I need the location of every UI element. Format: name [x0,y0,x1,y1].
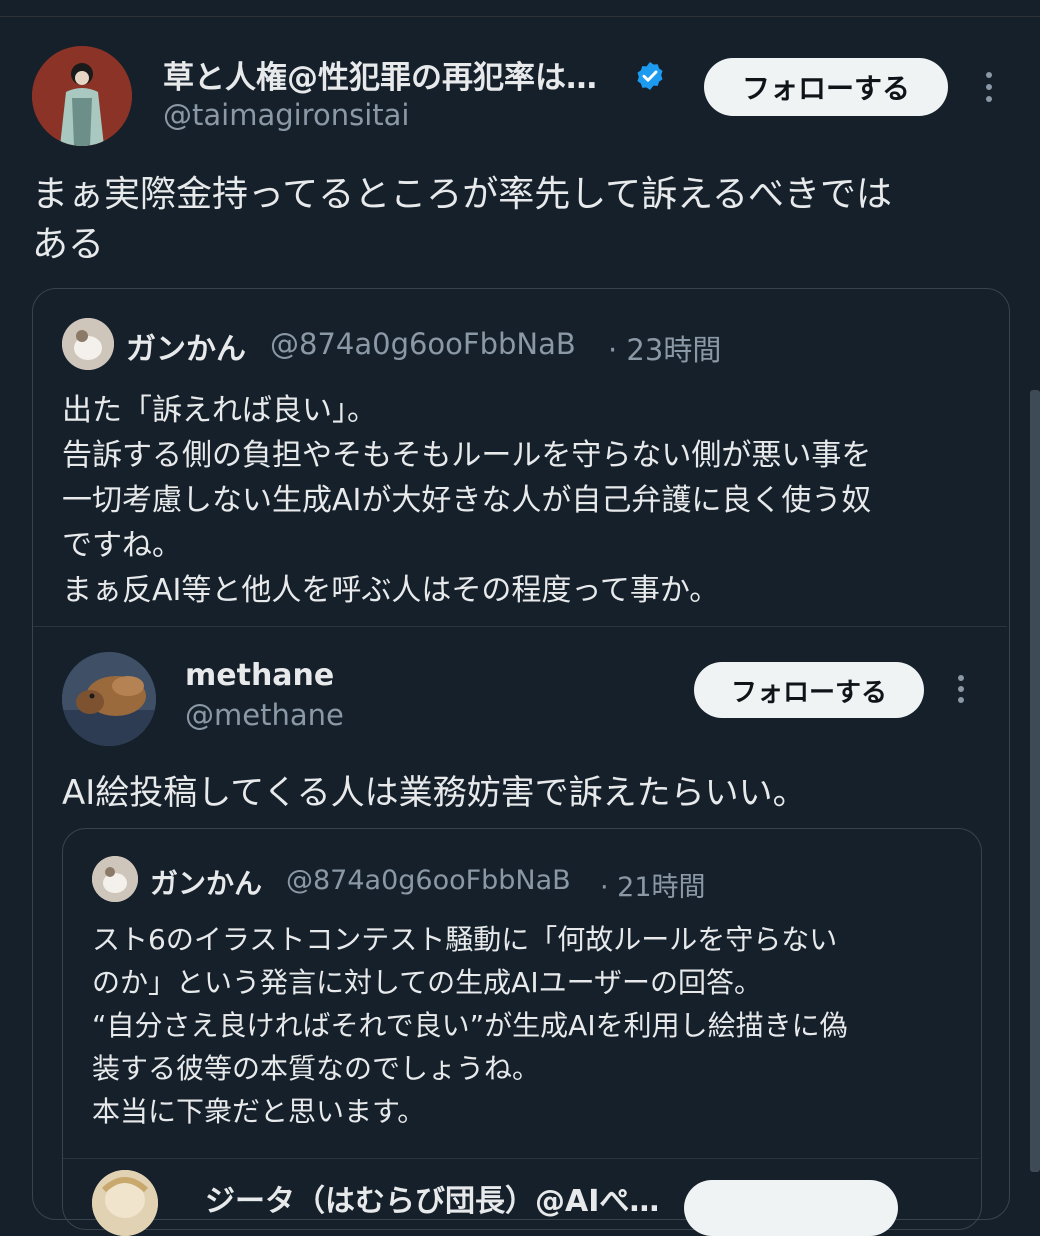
more-options-icon-methane[interactable] [954,675,968,703]
follow-button-methane[interactable]: フォローする [694,662,924,718]
scrollbar[interactable] [1030,390,1040,1172]
quote2-timestamp[interactable]: · 21時間 [600,865,706,904]
avatar-next[interactable] [92,1170,158,1236]
more-options-icon-main[interactable] [982,72,996,102]
quote1-handle[interactable]: @874a0g6ooFbbNaB [270,327,576,361]
avatar-main-illustration [32,46,132,146]
quote1-timestamp[interactable]: · 23時間 [608,327,721,369]
quote1-display-name[interactable]: ガンかん [126,324,246,368]
main-tweet-text: まぁ実際金持ってるところが率先して訴えるべきでは ある [32,174,893,265]
avatar-quote2[interactable] [92,856,138,902]
methane-tweet-text: AI絵投稿してくる人は業務妨害で訴えたらいい。 [62,773,807,813]
follow-button-next[interactable] [684,1180,898,1236]
quote2-handle[interactable]: @874a0g6ooFbbNaB [286,865,571,896]
main-handle[interactable]: @taimagironsitai [163,98,409,132]
avatar-quote2-illustration [92,856,138,902]
next-display-name[interactable]: ジータ（はむらび団長）@AIぺ… [205,1176,659,1220]
follow-button-main[interactable]: フォローする [704,58,948,116]
avatar-methane-dog-photo [62,652,156,746]
main-display-name[interactable]: 草と人権@性犯罪の再犯率は… [163,52,597,97]
thread-divider [33,626,1007,627]
verified-badge-icon [637,62,663,90]
quote2-text: スト6のイラストコンテスト騒動に「何故ルールを守らない のか」という発言に対して… [92,923,848,1128]
avatar-next-illustration [92,1170,158,1236]
quote1-text: 出た「訴えれば良い」。 告訴する側の負担やそもそもルールを守らない側が悪い事を … [62,393,872,608]
next-tweet-divider [63,1158,979,1159]
avatar-main[interactable] [32,46,132,146]
avatar-quote1[interactable] [62,318,114,370]
avatar-methane[interactable] [62,652,156,746]
top-divider [0,16,1040,17]
quote2-display-name[interactable]: ガンかん [150,862,262,902]
methane-handle[interactable]: @methane [185,698,344,732]
methane-display-name[interactable]: methane [185,658,334,693]
avatar-quote1-illustration [62,318,114,370]
